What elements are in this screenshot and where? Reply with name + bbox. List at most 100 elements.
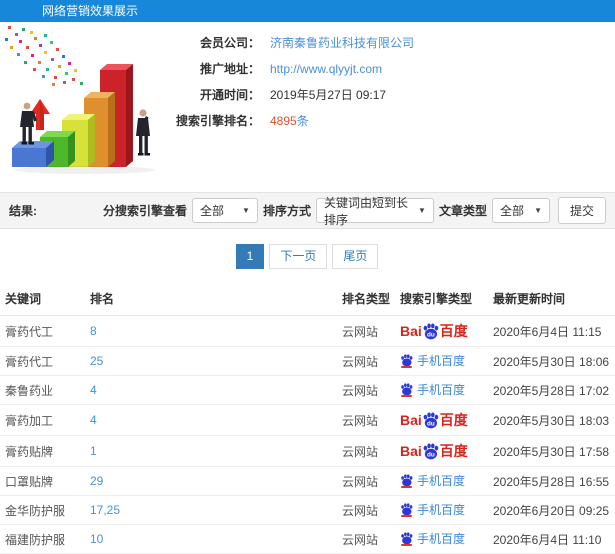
- title-bar: 网络营销效果展示: [0, 0, 615, 22]
- table-row: 口罩贴牌 29 云网站 手机百度 2020年5月28日 16:55: [0, 466, 615, 496]
- filter-controls: 分搜索引擎查看 全部 ▼ 排序方式 关键词由短到长排序 ▼ 文章类型 全部 ▼ …: [98, 196, 606, 227]
- mobile-baidu-logo: 手机百度: [400, 530, 465, 547]
- engine-cell: 手机百度: [394, 375, 488, 405]
- updated-cell: 2020年6月20日 09:25: [487, 495, 615, 525]
- company-name-link[interactable]: 济南秦鲁药业科技有限公司: [270, 36, 414, 50]
- baidu-logo-text: Bai: [399, 323, 422, 339]
- baidu-logo-cn: 百度: [439, 323, 468, 339]
- article-type-filter-select[interactable]: 全部 ▼: [491, 198, 550, 223]
- mobile-baidu-logo: 手机百度: [400, 352, 465, 369]
- engine-cell: 手机百度: [394, 524, 488, 554]
- promo-url-label: 推广地址：: [199, 62, 260, 76]
- rank-link[interactable]: 1: [90, 444, 97, 458]
- rank-type-cell: 云网站: [336, 435, 395, 467]
- info-section: 会员公司： 济南秦鲁药业科技有限公司 推广地址： http://www.qlyy…: [0, 22, 615, 192]
- header-engine-type: 搜索引擎类型: [394, 281, 488, 316]
- info-row-opened: 开通时间： 2019年5月27日 09:17: [168, 86, 414, 104]
- updated-cell: 2020年6月4日 11:10: [487, 524, 615, 554]
- filter-bar: 结果: 分搜索引擎查看 全部 ▼ 排序方式 关键词由短到长排序 ▼ 文章类型 全…: [0, 192, 615, 229]
- submit-button[interactable]: 提交: [557, 197, 606, 224]
- engine-filter-select[interactable]: 全部 ▼: [191, 198, 258, 223]
- baidu-logo: Bai du 百度: [400, 410, 468, 430]
- promo-url-link[interactable]: http://www.qlyyjt.com: [270, 62, 382, 76]
- rank-link[interactable]: 10: [90, 532, 103, 546]
- mobile-baidu-underline: [400, 515, 412, 517]
- engine-cell: 手机百度: [394, 466, 488, 496]
- updated-cell: 2020年5月30日 18:03: [487, 404, 615, 436]
- keyword-cell: 膏药代工: [0, 346, 85, 376]
- svg-text:du: du: [427, 451, 435, 458]
- engine-cell: Bai du 百度: [394, 315, 488, 347]
- header-rank: 排名: [84, 281, 337, 316]
- rank-count-value: 4895: [270, 114, 297, 128]
- table-row: 膏药贴牌 1 云网站 Bai du 百度 2020年5月30日 17:58: [0, 435, 615, 467]
- table-row: 福建防护服 10 云网站 手机百度 2020年6月4日 11:10: [0, 524, 615, 554]
- table-row: 膏药代工 8 云网站 Bai du 百度 2020年6月4日 11:15: [0, 315, 615, 347]
- svg-text:du: du: [427, 331, 435, 338]
- rank-type-cell: 云网站: [336, 404, 395, 436]
- bar-blue: [12, 141, 54, 167]
- engine-cell: 手机百度: [394, 495, 488, 525]
- next-page-button[interactable]: 下一页: [269, 244, 328, 269]
- mobile-baidu-underline: [400, 544, 412, 546]
- baidu-logo-cn: 百度: [439, 443, 468, 459]
- baidu-logo: Bai du 百度: [400, 441, 468, 461]
- rank-type-cell: 云网站: [336, 346, 395, 376]
- engine-filter-label: 分搜索引擎查看: [102, 204, 187, 218]
- keyword-cell: 福建防护服: [0, 524, 85, 554]
- baidu-paw-icon: du: [423, 443, 439, 459]
- mobile-baidu-label: 手机百度: [416, 503, 465, 517]
- mobile-baidu-label: 手机百度: [416, 354, 465, 368]
- updated-cell: 2020年5月28日 16:55: [487, 466, 615, 496]
- baidu-logo-cn: 百度: [439, 412, 468, 428]
- pagination: 1 下一页 尾页: [0, 244, 615, 269]
- sort-filter-value: 关键词由短到长排序: [323, 195, 408, 227]
- open-time-label: 开通时间：: [199, 88, 260, 102]
- rank-count-label: 搜索引擎排名：: [175, 114, 260, 128]
- page-button-current[interactable]: 1: [235, 244, 265, 269]
- engine-cell: Bai du 百度: [394, 435, 488, 467]
- mobile-baidu-logo: 手机百度: [400, 472, 465, 489]
- bar-chart-clipart: [5, 26, 155, 174]
- rank-link[interactable]: 17,25: [90, 503, 120, 517]
- updated-cell: 2020年5月28日 17:02: [487, 375, 615, 405]
- rank-type-cell: 云网站: [336, 466, 395, 496]
- ranking-table: 关键词 排名 排名类型 搜索引擎类型 最新更新时间 膏药代工 8 云网站 Bai…: [0, 281, 615, 554]
- mobile-baidu-label: 手机百度: [416, 474, 465, 488]
- keyword-cell: 膏药代工: [0, 315, 85, 347]
- info-row-company: 会员公司： 济南秦鲁药业科技有限公司: [168, 34, 414, 52]
- chevron-down-icon: ▼: [534, 206, 542, 215]
- table-row: 金华防护服 17,25 云网站 手机百度 2020年6月20日 09:25: [0, 495, 615, 525]
- page-title: 网络营销效果展示: [42, 4, 139, 18]
- svg-text:du: du: [427, 420, 435, 427]
- keyword-cell: 金华防护服: [0, 495, 85, 525]
- engine-cell: Bai du 百度: [394, 404, 488, 436]
- bar-chart-clipart-image: [0, 24, 170, 176]
- engine-filter-value: 全部: [199, 204, 224, 218]
- rank-link[interactable]: 25: [90, 354, 103, 368]
- table-row: 膏药加工 4 云网站 Bai du 百度 2020年5月30日 18:03: [0, 404, 615, 436]
- rank-link[interactable]: 4: [90, 413, 97, 427]
- page: 网络营销效果展示 会员公司： 济南秦鲁药业科技有限公司 推广地址： http:/…: [0, 0, 615, 554]
- keyword-cell: 口罩贴牌: [0, 466, 85, 496]
- sort-filter-select[interactable]: 关键词由短到长排序 ▼: [315, 196, 434, 227]
- header-rank-type: 排名类型: [336, 281, 395, 316]
- rank-type-cell: 云网站: [336, 375, 395, 405]
- confetti-decoration: [5, 26, 83, 86]
- keyword-cell: 秦鲁药业: [0, 375, 85, 405]
- last-page-button[interactable]: 尾页: [332, 244, 379, 269]
- mobile-baidu-underline: [400, 366, 412, 368]
- keyword-cell: 膏药贴牌: [0, 435, 85, 467]
- rank-link[interactable]: 4: [90, 383, 97, 397]
- baidu-paw-icon: du: [423, 412, 439, 428]
- sort-filter-label: 排序方式: [262, 204, 311, 218]
- updated-cell: 2020年5月30日 18:06: [487, 346, 615, 376]
- baidu-logo-text: Bai: [399, 443, 422, 459]
- chevron-down-icon: ▼: [418, 206, 426, 215]
- baidu-paw-icon: du: [423, 323, 439, 339]
- rank-link[interactable]: 29: [90, 474, 103, 488]
- mobile-baidu-logo: 手机百度: [400, 381, 465, 398]
- mobile-baidu-label: 手机百度: [416, 383, 465, 397]
- rank-type-cell: 云网站: [336, 315, 395, 347]
- rank-link[interactable]: 8: [90, 324, 97, 338]
